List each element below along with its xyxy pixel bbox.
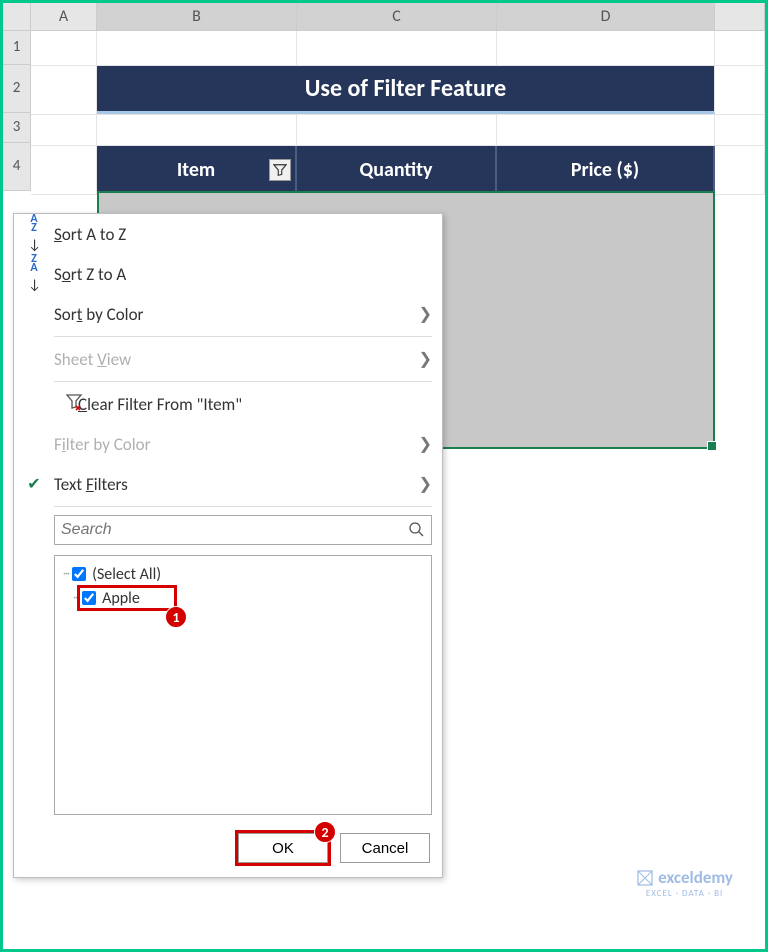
title-cell[interactable]: Use of Filter Feature bbox=[97, 66, 715, 114]
watermark: exceldemy EXCEL · DATA · BI bbox=[636, 867, 733, 899]
cell-a3[interactable] bbox=[31, 115, 97, 145]
cell-e1[interactable] bbox=[715, 31, 765, 65]
filter-item-select-all[interactable]: ··· (Select All) bbox=[63, 562, 423, 586]
select-all-checkbox[interactable] bbox=[72, 567, 86, 581]
cell-d3[interactable] bbox=[497, 115, 715, 145]
cancel-button[interactable]: Cancel bbox=[340, 833, 430, 863]
col-header-a[interactable]: A bbox=[31, 3, 97, 30]
header-price[interactable]: Price ($) bbox=[497, 146, 715, 194]
select-all-label: (Select All) bbox=[92, 565, 161, 584]
callout-badge-2: 2 bbox=[314, 821, 336, 843]
filter-icon bbox=[273, 163, 287, 177]
header-qty-label: Quantity bbox=[360, 158, 433, 182]
sort-color-label: Sort by Color bbox=[54, 304, 143, 325]
chevron-right-icon: ❯ bbox=[419, 434, 432, 454]
cell-c3[interactable] bbox=[297, 115, 497, 145]
sort-az-label: Sort A to Z bbox=[54, 224, 126, 245]
chevron-right-icon: ❯ bbox=[419, 474, 432, 494]
search-icon bbox=[408, 521, 424, 542]
watermark-icon bbox=[636, 869, 654, 887]
filter-values-list: ··· (Select All) ··· Apple 1 bbox=[54, 555, 432, 815]
clear-filter[interactable]: Clear Filter From "Item" bbox=[14, 384, 442, 424]
filter-dropdown-menu: AZ↓ Sort A to Z ZA↓ Sort Z to A Sort by … bbox=[13, 213, 443, 878]
header-item[interactable]: Item bbox=[97, 146, 297, 194]
clear-filter-icon bbox=[62, 393, 86, 416]
cell-b1[interactable] bbox=[97, 31, 297, 65]
cell-e3[interactable] bbox=[715, 115, 765, 145]
cell-a1[interactable] bbox=[31, 31, 97, 65]
row-header-4[interactable]: 4 bbox=[3, 143, 31, 191]
ok-button-wrap: OK 2 bbox=[238, 833, 328, 863]
col-header-c[interactable]: C bbox=[297, 3, 497, 30]
menu-separator bbox=[54, 506, 432, 507]
header-quantity[interactable]: Quantity bbox=[297, 146, 497, 194]
row-header-3[interactable]: 3 bbox=[3, 113, 31, 143]
cell-c1[interactable] bbox=[297, 31, 497, 65]
check-icon: ✔ bbox=[22, 474, 46, 494]
sort-za-label: Sort Z to A bbox=[54, 264, 126, 285]
watermark-brand: exceldemy bbox=[658, 867, 733, 888]
header-item-label: Item bbox=[177, 158, 215, 182]
sheet-view: Sheet View ❯ bbox=[14, 339, 442, 379]
sort-za-icon: ZA↓ bbox=[22, 255, 46, 294]
menu-separator bbox=[54, 381, 432, 382]
sort-a-to-z[interactable]: AZ↓ Sort A to Z bbox=[14, 214, 442, 254]
chevron-right-icon: ❯ bbox=[419, 304, 432, 324]
menu-separator bbox=[54, 336, 432, 337]
col-header-d[interactable]: D bbox=[497, 3, 715, 30]
sort-az-icon: AZ↓ bbox=[22, 215, 46, 254]
row-header-1[interactable]: 1 bbox=[3, 31, 31, 65]
col-header-next[interactable] bbox=[715, 3, 765, 30]
sort-by-color[interactable]: Sort by Color ❯ bbox=[14, 294, 442, 334]
filter-color-label: Filter by Color bbox=[54, 434, 151, 455]
select-all-corner[interactable] bbox=[3, 3, 31, 31]
filter-search-input[interactable] bbox=[54, 515, 432, 545]
callout-badge-1: 1 bbox=[165, 606, 187, 628]
cell-b3[interactable] bbox=[97, 115, 297, 145]
clear-filter-label: Clear Filter From "Item" bbox=[78, 394, 242, 415]
cell-a2[interactable] bbox=[31, 66, 97, 114]
header-price-label: Price ($) bbox=[571, 158, 639, 182]
watermark-sub: EXCEL · DATA · BI bbox=[636, 888, 733, 899]
col-header-b[interactable]: B bbox=[97, 3, 297, 30]
chevron-right-icon: ❯ bbox=[419, 349, 432, 369]
cell-a4[interactable] bbox=[31, 146, 97, 194]
cell-e4[interactable] bbox=[715, 146, 765, 194]
sheet-view-label: Sheet View bbox=[54, 349, 131, 370]
row-header-2[interactable]: 2 bbox=[3, 65, 31, 113]
sort-z-to-a[interactable]: ZA↓ Sort Z to A bbox=[14, 254, 442, 294]
filter-button-item[interactable] bbox=[269, 159, 291, 181]
tree-line-icon: ··· bbox=[63, 567, 69, 581]
callout-box-apple bbox=[77, 585, 177, 611]
filter-by-color: Filter by Color ❯ bbox=[14, 424, 442, 464]
text-filters-label: Text Filters bbox=[54, 474, 128, 495]
text-filters[interactable]: ✔ Text Filters ❯ bbox=[14, 464, 442, 504]
cell-e2[interactable] bbox=[715, 66, 765, 114]
cell-d1[interactable] bbox=[497, 31, 715, 65]
